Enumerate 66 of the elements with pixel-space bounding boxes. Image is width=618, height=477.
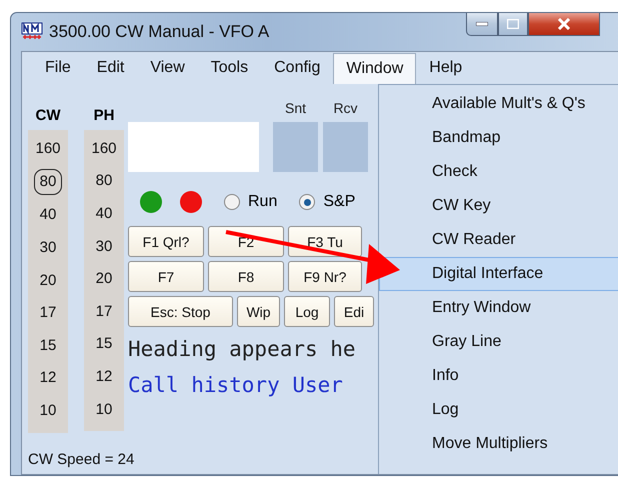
menu-entry[interactable]: Bandmap (379, 121, 618, 155)
function-key-button[interactable]: Wip (237, 296, 280, 327)
menu-entry[interactable]: Available Mult's & Q's (379, 87, 618, 121)
function-key-button[interactable]: F1 Qrl? (128, 226, 204, 257)
band-item[interactable]: 17 (96, 294, 112, 328)
function-key-button[interactable]: F9 Nr? (288, 261, 362, 292)
maximize-button[interactable] (498, 13, 528, 36)
band-item[interactable]: 10 (96, 392, 112, 426)
function-key-button[interactable]: F7 (128, 261, 204, 292)
function-key-button[interactable]: F8 (208, 261, 284, 292)
menu-entry[interactable]: Digital Interface (379, 257, 618, 291)
menu-entry[interactable]: Info (379, 359, 618, 393)
band-column-header: CW (36, 106, 60, 126)
menu-entry[interactable]: Move Multipliers (379, 427, 618, 461)
menu-item[interactable]: Help (416, 52, 476, 84)
close-button[interactable] (528, 13, 600, 36)
menu-entry[interactable]: CW Reader (379, 223, 618, 257)
menu-entry[interactable]: Gray Line (379, 325, 618, 359)
minimize-icon (476, 22, 488, 26)
menu-item[interactable]: File (32, 52, 84, 84)
band-item[interactable]: 12 (96, 360, 112, 393)
band-item[interactable]: 20 (96, 262, 112, 295)
menu-item[interactable]: View (137, 52, 198, 84)
window-title: 3500.00 CW Manual - VFO A (49, 22, 270, 42)
field-label: Snt (284, 100, 306, 116)
band-item[interactable]: 30 (40, 231, 56, 264)
band-item[interactable]: 160 (35, 132, 61, 165)
radio-label: S&P (323, 193, 356, 211)
band-item[interactable]: 15 (40, 328, 56, 362)
function-key-button[interactable]: Log (284, 296, 330, 327)
menu-entry[interactable]: Check (379, 155, 618, 189)
function-key-button[interactable]: Esc: Stop (128, 296, 233, 327)
maximize-icon (507, 19, 519, 29)
minimize-button[interactable] (466, 13, 498, 36)
field-label: Rcv (333, 100, 358, 116)
menu-entry[interactable]: Log (379, 393, 618, 427)
band-item[interactable]: 20 (40, 264, 56, 296)
band-item[interactable]: 80 (34, 168, 62, 195)
app-logo-icon (21, 22, 43, 42)
heading-text: Heading appears he (128, 337, 357, 361)
menu-item[interactable]: Config (261, 52, 334, 84)
radio-button[interactable] (299, 194, 316, 210)
band-item[interactable]: 40 (40, 198, 56, 232)
call-history-text: Call history User (128, 373, 344, 397)
menu-item[interactable]: Window (333, 53, 416, 84)
menu-item[interactable]: Tools (198, 52, 262, 84)
band-item[interactable]: 80 (96, 164, 112, 198)
menu-entry[interactable]: CW Key (379, 189, 618, 223)
band-item[interactable]: 160 (91, 132, 117, 165)
exchange-field[interactable] (323, 122, 368, 172)
band-item[interactable]: 40 (96, 197, 112, 230)
band-item[interactable]: 15 (96, 328, 112, 360)
close-icon (557, 18, 571, 30)
exchange-field[interactable] (273, 122, 318, 172)
menu-entry[interactable]: Entry Window (379, 291, 618, 325)
band-item[interactable]: 17 (40, 296, 56, 329)
band-column-header: PH (94, 106, 114, 126)
radio-button[interactable] (224, 194, 240, 210)
radio-label: Run (248, 193, 278, 211)
function-key-button[interactable]: Edi (334, 296, 374, 327)
band-item[interactable]: 12 (40, 362, 56, 394)
status-text: CW Speed = 24 (27, 450, 136, 470)
menu-item[interactable]: Edit (84, 52, 138, 84)
band-item[interactable]: 30 (96, 230, 112, 262)
callsign-field[interactable] (128, 122, 259, 172)
band-item[interactable]: 10 (40, 394, 56, 427)
